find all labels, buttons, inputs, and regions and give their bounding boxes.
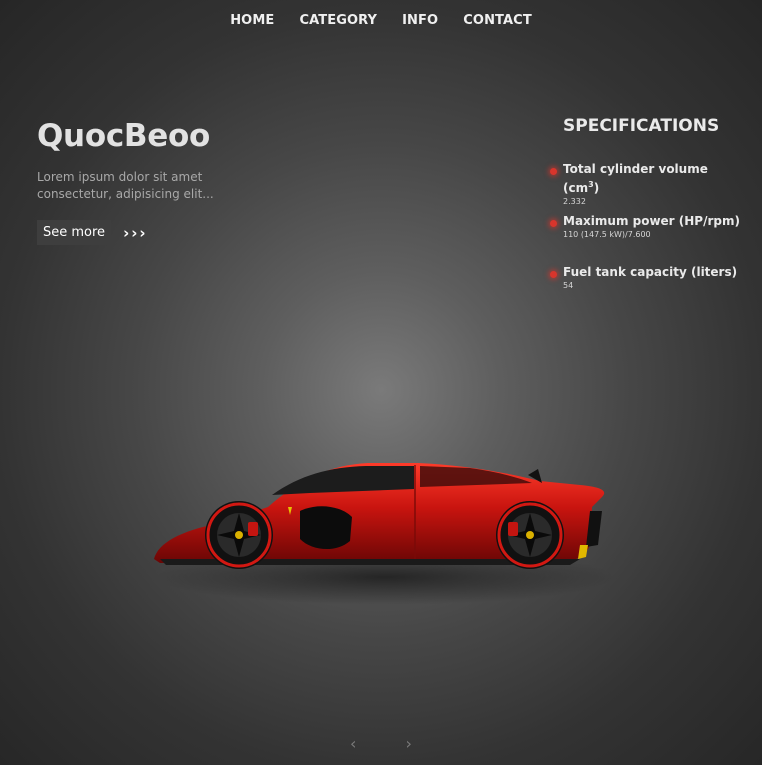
spec-item-fuel-tank: Fuel tank capacity (liters) 54 — [548, 265, 737, 292]
nav-category-link[interactable]: CATEGORY — [299, 13, 377, 28]
nav-home-link[interactable]: HOME — [230, 13, 274, 28]
spec-title: Maximum power (HP/rpm) — [563, 214, 740, 228]
specifications-heading: SPECIFICATIONS — [563, 116, 720, 136]
see-more-button[interactable]: See more ››› — [37, 220, 148, 245]
spec-item-cylinder-volume: Total cylinder volume (cm3) 2.332 — [548, 162, 748, 208]
red-dot-icon — [550, 271, 557, 278]
hero-title: QuocBeoo — [37, 118, 210, 154]
spec-value: 110 (147.5 kW)/7.600 — [563, 230, 651, 239]
red-dot-icon — [550, 168, 557, 175]
see-more-label[interactable]: See more — [37, 220, 112, 245]
slider-pager: ‹ › — [0, 734, 762, 753]
chevron-right-icon[interactable]: › — [406, 734, 412, 753]
spec-item-max-power: Maximum power (HP/rpm) 110 (147.5 kW)/7.… — [548, 214, 740, 241]
spec-value: 54 — [563, 281, 574, 290]
nav-contact-link[interactable]: CONTACT — [463, 13, 532, 28]
specifications-panel: SPECIFICATIONS Total cylinder volume (cm… — [548, 116, 748, 290]
main-nav: HOME CATEGORY INFO CONTACT — [0, 9, 762, 28]
red-sports-car-image — [154, 463, 615, 605]
spec-title: Fuel tank capacity (liters) — [563, 265, 738, 279]
spec-value: 2.332 — [563, 197, 586, 206]
red-dot-icon — [550, 220, 557, 227]
spec-title: Total cylinder volume (cm3) — [563, 162, 708, 195]
chevron-left-icon[interactable]: ‹ — [350, 734, 356, 753]
hero-description: Lorem ipsum dolor sit amet consectetur, … — [37, 170, 214, 201]
triple-chevron-right-icon[interactable]: ››› — [123, 224, 148, 242]
nav-info-link[interactable]: INFO — [402, 13, 438, 28]
